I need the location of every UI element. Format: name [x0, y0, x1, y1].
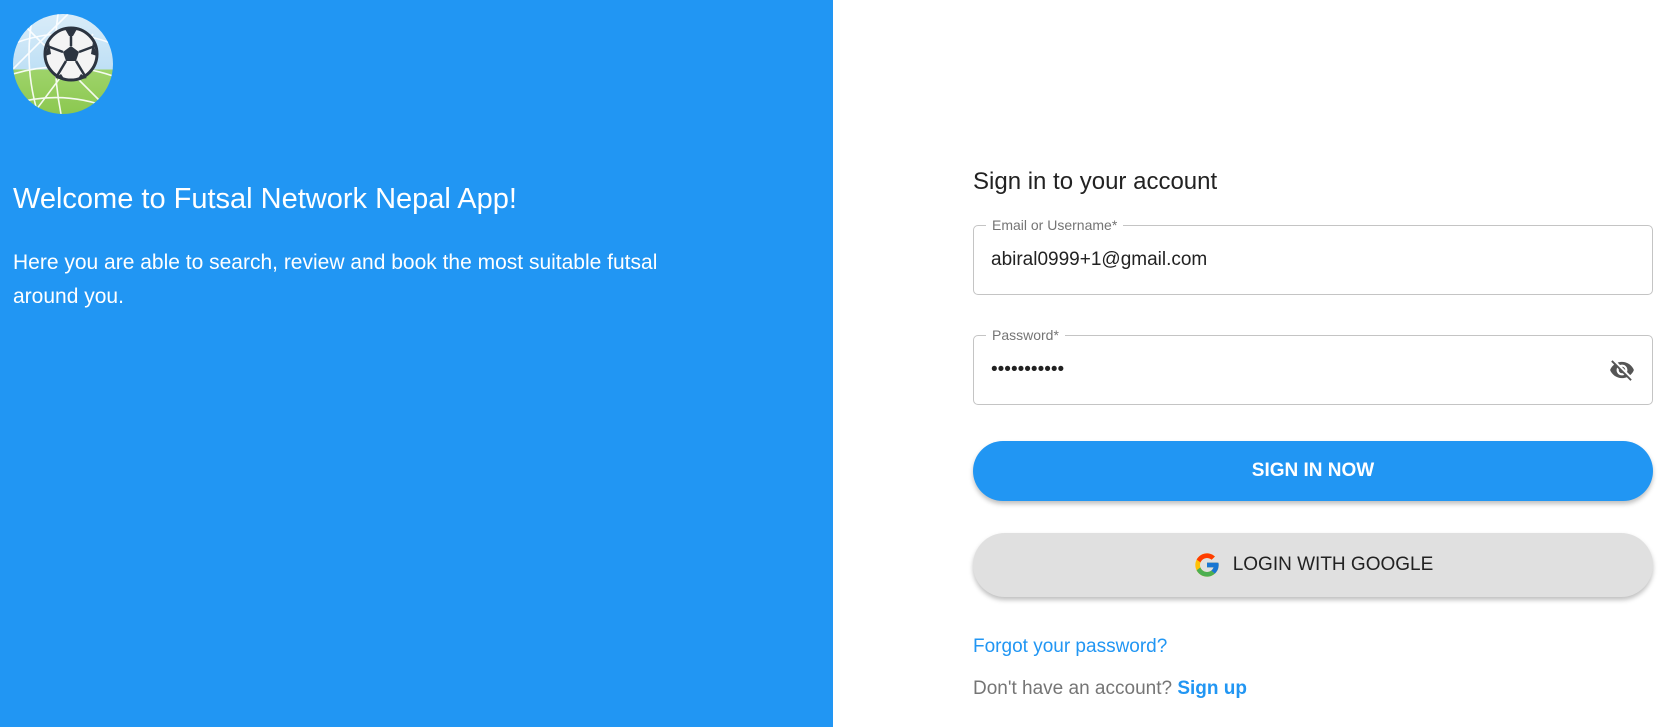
- app-logo: [13, 14, 113, 114]
- form-title: Sign in to your account: [973, 168, 1218, 195]
- google-g-icon: [1195, 553, 1219, 577]
- google-login-label: LOGIN WITH GOOGLE: [1232, 554, 1434, 575]
- sign-in-button[interactable]: SIGN IN NOW: [973, 441, 1653, 501]
- sign-in-panel: Sign in to your account Email or Usernam…: [833, 0, 1676, 727]
- signup-row: Don't have an account? Sign up: [973, 678, 1247, 700]
- soccer-ball-net-logo-icon: [13, 14, 113, 114]
- no-account-text: Don't have an account?: [973, 678, 1173, 699]
- password-field: Password*: [973, 327, 1653, 405]
- eye-off-icon[interactable]: [1608, 357, 1636, 383]
- forgot-password-link[interactable]: Forgot your password?: [973, 636, 1167, 658]
- email-field: Email or Username*: [973, 217, 1653, 295]
- welcome-panel: Welcome to Futsal Network Nepal App! Her…: [0, 0, 833, 727]
- email-input[interactable]: [991, 226, 1591, 294]
- sign-up-link[interactable]: Sign up: [1177, 678, 1247, 699]
- google-login-button[interactable]: LOGIN WITH GOOGLE: [973, 533, 1653, 597]
- welcome-description: Here you are able to search, review and …: [13, 251, 658, 308]
- password-input[interactable]: [991, 336, 1591, 404]
- welcome-title: Welcome to Futsal Network Nepal App!: [13, 183, 517, 215]
